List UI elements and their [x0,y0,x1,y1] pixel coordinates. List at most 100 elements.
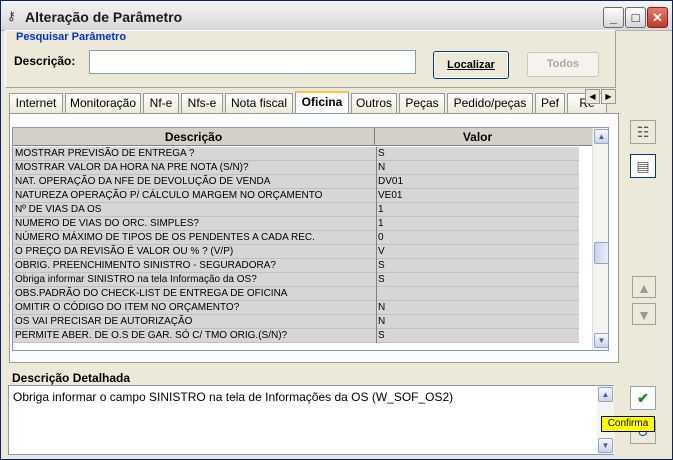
detail-scroll-up-button[interactable]: ▲ [598,387,613,402]
table-row[interactable]: NATUREZA OPERAÇÃO P/ CÁLCULO MARGEM NO O… [13,189,579,203]
table-row[interactable]: MOSTRAR VALOR DA HORA NA PRE NOTA (S/N)?… [13,161,579,175]
table-row[interactable]: OS VAI PRECISAR DE AUTORIZAÇÃO N [13,315,579,329]
search-legend: Pesquisar Parâmetro [16,31,127,43]
todos-label: Todos [546,58,580,70]
description-input[interactable] [89,50,416,74]
cell-description: OS VAI PRECISAR DE AUTORIZAÇÃO [15,316,193,327]
chevron-right-icon: ▶ [605,92,612,101]
cell-description: O PREÇO DA REVISÃO É VALOR OU % ? (V/P) [15,246,234,257]
table-row[interactable]: NÚMERO MÁXIMO DE TIPOS DE OS PENDENTES A… [13,231,579,245]
table-row[interactable]: O PREÇO DA REVISÃO É VALOR OU % ? (V/P) V [13,245,579,259]
cell-value[interactable]: S [376,147,576,161]
todos-button[interactable]: Todos [527,52,599,77]
minimize-button[interactable]: _ [603,7,624,28]
table-row[interactable]: OBRIG. PREENCHIMENTO SINISTRO - SEGURADO… [13,259,579,273]
parameters-grid[interactable]: Descrição Valor MOSTRAR PREVISÃO DE ENTR… [12,127,609,351]
table-row[interactable]: PERMITE ABER. DE O.S DE GAR. SÓ C/ TMO O… [13,329,579,343]
close-icon: ✕ [652,10,663,25]
cell-value[interactable]: 0 [376,231,576,245]
cell-description: NATUREZA OPERAÇÃO P/ CÁLCULO MARGEM NO O… [15,190,323,201]
confirm-button[interactable]: ✔ [630,386,656,410]
cell-value[interactable]: 1 [376,217,576,231]
chevron-up-icon: ▲ [597,132,606,141]
grid-header: Descrição Valor [13,128,592,146]
chart-button[interactable]: ▤ [630,154,656,178]
move-up-button[interactable]: ▲ [632,276,656,298]
cell-description: NAT. OPERAÇÃO DA NFE DE DEVOLUÇÃO DE VEN… [15,176,271,187]
cell-value[interactable]: S [376,273,576,287]
cell-value[interactable]: N [376,315,576,329]
cell-value[interactable]: 1 [376,203,576,217]
chevron-left-icon: ◀ [589,92,596,101]
chevron-up-icon: ▲ [601,390,610,399]
title-bar: ⚷ Alteração de Parâmetro _ □ ✕ [1,1,672,31]
close-button[interactable]: ✕ [647,7,668,28]
checkmark-icon: ✔ [637,390,649,406]
grid-icon: ☷ [636,124,650,140]
tab-outros[interactable]: Outros [351,93,397,113]
column-header-value[interactable]: Valor [376,128,579,146]
tab-scroll-left-button[interactable]: ◀ [585,89,600,104]
table-row[interactable]: OBS.PADRÃO DO CHECK-LIST DE ENTREGA DE O… [13,287,579,301]
cell-description: Obriga informar SINISTRO na tela Informa… [15,274,257,285]
cell-value[interactable]: DV01 [376,175,576,189]
tab-monitoracao[interactable]: Monitoração [65,93,141,113]
grid-view-button[interactable]: ☷ [630,120,656,144]
scroll-up-button[interactable]: ▲ [594,129,608,144]
localizar-button[interactable]: Localizar [433,51,509,79]
cell-description: OBRIG. PREENCHIMENTO SINISTRO - SEGURADO… [15,260,276,271]
cell-description: NUMERO DE VIAS DO ORC. SIMPLES? [15,218,199,229]
tab-pef[interactable]: Pef [535,93,565,113]
tab-pedido-pecas[interactable]: Pedido/peças [447,93,533,113]
chevron-down-icon: ▼ [601,441,610,450]
description-label: Descrição: [14,54,76,68]
cell-description: OMITIR O CÓDIGO DO ITEM NO ORÇAMENTO? [15,302,240,313]
table-row[interactable]: NAT. OPERAÇÃO DA NFE DE DEVOLUÇÃO DE VEN… [13,175,579,189]
minimize-icon: _ [609,10,618,25]
tab-nfe[interactable]: Nf-e [143,93,179,113]
scroll-thumb[interactable] [594,242,608,264]
table-row[interactable]: NUMERO DE VIAS DO ORC. SIMPLES? 1 [13,217,579,231]
detail-text: Obriga informar o campo SINISTRO na tela… [13,390,454,404]
move-down-button[interactable]: ▼ [632,303,656,325]
tab-oficina[interactable]: Oficina [295,91,349,113]
cell-description: MOSTRAR PREVISÃO DE ENTREGA ? [15,148,195,159]
column-header-description[interactable]: Descrição [13,128,375,146]
scroll-down-button[interactable]: ▼ [594,333,608,348]
cell-value[interactable]: V [376,245,576,259]
tab-bar: Internet Monitoração Nf-e Nfs-e Nota fis… [9,91,617,113]
grid-vertical-scrollbar[interactable]: ▲ ▼ [592,128,608,350]
arrow-up-icon: ▲ [637,280,651,296]
detail-scroll-down-button[interactable]: ▼ [598,438,613,453]
tab-scroll-right-button[interactable]: ▶ [601,89,616,104]
table-row[interactable]: MOSTRAR PREVISÃO DE ENTREGA ? S [13,147,579,161]
tab-pecas[interactable]: Peças [399,93,445,113]
chevron-down-icon: ▼ [597,336,606,345]
tab-nfse[interactable]: Nfs-e [181,93,223,113]
key-icon: ⚷ [7,9,16,23]
table-row[interactable]: Nº DE VIAS DA OS 1 [13,203,579,217]
cell-description: NÚMERO MÁXIMO DE TIPOS DE OS PENDENTES A… [15,232,315,243]
cell-description: OBS.PADRÃO DO CHECK-LIST DE ENTREGA DE O… [15,288,288,299]
window-title: Alteração de Parâmetro [25,9,183,25]
cell-value[interactable]: N [376,161,576,175]
cell-value[interactable]: S [376,329,576,343]
table-row[interactable]: Obriga informar SINISTRO na tela Informa… [13,273,579,287]
detail-label: Descrição Detalhada [12,371,131,385]
chart-icon: ▤ [636,158,650,174]
detail-textarea[interactable]: Obriga informar o campo SINISTRO na tela… [8,385,614,455]
cell-value[interactable] [376,287,576,301]
tab-nota-fiscal[interactable]: Nota fiscal [225,93,293,113]
cell-value[interactable]: N [376,301,576,315]
arrow-down-icon: ▼ [637,307,651,323]
table-row[interactable]: OMITIR O CÓDIGO DO ITEM NO ORÇAMENTO? N [13,301,579,315]
confirm-tooltip: Confirma [601,416,655,432]
cell-value[interactable]: S [376,259,576,273]
maximize-button[interactable]: □ [625,7,646,28]
tab-internet[interactable]: Internet [9,93,63,113]
cell-description: PERMITE ABER. DE O.S DE GAR. SÓ C/ TMO O… [15,330,288,341]
cell-description: Nº DE VIAS DA OS [15,204,102,215]
localizar-label: Localizar [447,59,495,71]
cell-value[interactable]: VE01 [376,189,576,203]
maximize-icon: □ [631,10,640,25]
